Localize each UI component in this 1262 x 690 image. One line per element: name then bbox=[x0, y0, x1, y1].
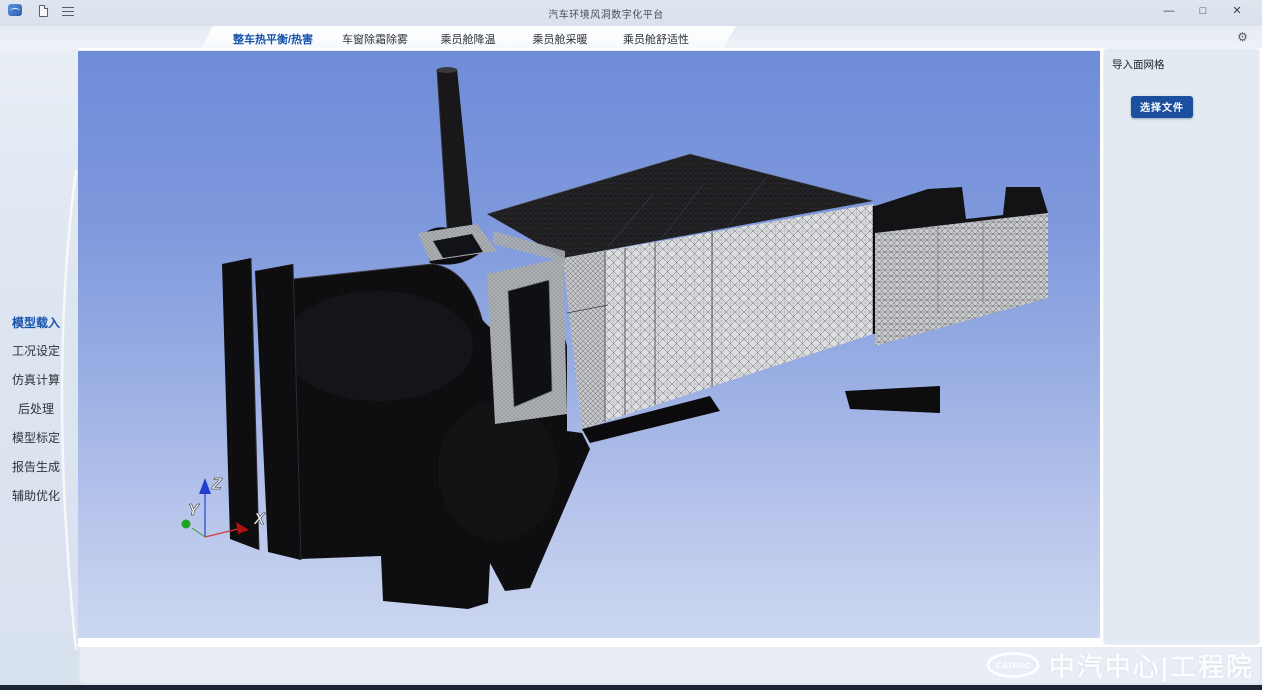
tab-row: 整车热平衡/热害 车窗除霜除雾 乘员舱降温 乘员舱采暖 乘员舱舒适性 bbox=[0, 26, 1262, 50]
tab-window-defrost[interactable]: 车窗除霜除雾 bbox=[342, 31, 408, 47]
viewport-3d[interactable]: Z X Y bbox=[78, 50, 1100, 638]
bottom-bar: CATARC 中汽中心|工程院 bbox=[80, 647, 1260, 683]
bottom-brand: CATARC 中汽中心|工程院 bbox=[986, 649, 1254, 681]
sidebar-item-model-load[interactable]: 模型载入 bbox=[0, 314, 72, 331]
settings-icon[interactable]: ⚙ bbox=[1235, 30, 1250, 45]
sidebar-item-report[interactable]: 报告生成 bbox=[0, 458, 72, 475]
menu-list-icon[interactable] bbox=[62, 7, 74, 16]
app-logo-icon[interactable] bbox=[8, 4, 22, 16]
app-title: 汽车环境风洞数字化平台 bbox=[481, 6, 731, 21]
select-file-button[interactable]: 选择文件 bbox=[1131, 96, 1193, 118]
sidebar-item-optimization[interactable]: 辅助优化 bbox=[0, 487, 72, 504]
close-button[interactable]: ✕ bbox=[1220, 0, 1254, 22]
title-bar: 汽车环境风洞数字化平台 — □ ✕ bbox=[0, 0, 1262, 26]
catarc-oval-icon: CATARC bbox=[986, 651, 1040, 679]
import-mesh-panel: 导入面网格 选择文件 bbox=[1103, 48, 1260, 645]
minimize-button[interactable]: — bbox=[1152, 0, 1186, 22]
tab-cabin-heating[interactable]: 乘员舱采暖 bbox=[533, 31, 588, 47]
axis-label-y: Y bbox=[188, 502, 200, 519]
bottom-brand-text: 中汽中心|工程院 bbox=[1049, 647, 1254, 684]
tab-vehicle-thermal[interactable]: 整车热平衡/热害 bbox=[233, 31, 313, 47]
sidebar-item-condition-setup[interactable]: 工况设定 bbox=[0, 342, 72, 359]
panel-title: 导入面网格 bbox=[1112, 57, 1165, 72]
hvac-mesh-model: Z X Y bbox=[78, 51, 1100, 639]
file-icon[interactable] bbox=[39, 5, 48, 17]
window-controls: — □ ✕ bbox=[1152, 0, 1254, 22]
tab-cabin-cooling[interactable]: 乘员舱降温 bbox=[441, 31, 496, 47]
maximize-button[interactable]: □ bbox=[1186, 0, 1220, 22]
sidebar-curve-decoration bbox=[0, 50, 78, 685]
tab-cabin-comfort[interactable]: 乘员舱舒适性 bbox=[623, 31, 689, 47]
axis-label-z: Z bbox=[211, 476, 223, 493]
axis-label-x: X bbox=[253, 511, 266, 528]
sidebar-item-postprocess[interactable]: 后处理 bbox=[0, 400, 72, 417]
sidebar-item-simulation[interactable]: 仿真计算 bbox=[0, 371, 72, 388]
catarc-logo-text: CATARC bbox=[995, 661, 1030, 671]
bottom-strip bbox=[0, 685, 1262, 690]
sidebar-item-calibration[interactable]: 模型标定 bbox=[0, 429, 72, 446]
workflow-sidebar: 模型载入 工况设定 仿真计算 后处理 模型标定 报告生成 辅助优化 bbox=[0, 50, 78, 685]
